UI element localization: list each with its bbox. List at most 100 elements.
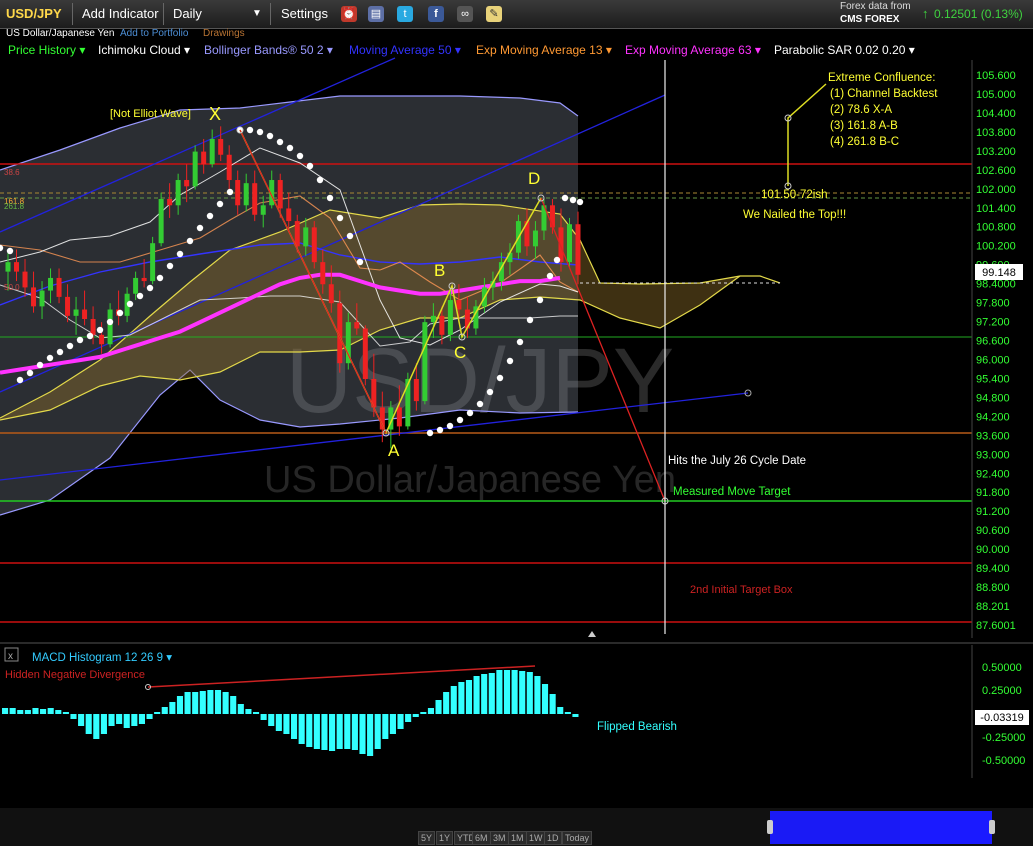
parabolic-sar-dot [576, 198, 584, 206]
candle-body [99, 334, 105, 345]
parabolic-sar-dot [569, 196, 577, 204]
macd-bar [351, 714, 358, 750]
price-tick-label: 93.000 [976, 449, 1010, 461]
price-tick-label: 97.200 [976, 317, 1010, 329]
parabolic-sar-dot [266, 132, 274, 140]
macd-bar [511, 670, 518, 714]
macd-bar [291, 714, 298, 739]
macd-bar [389, 714, 396, 734]
candle-body [82, 309, 88, 319]
parabolic-sar-dot [561, 194, 569, 202]
navigator-svg [767, 811, 995, 844]
parabolic-sar-dot [56, 348, 64, 356]
divergence-label: Hidden Negative Divergence [5, 669, 145, 681]
macd-bar [100, 714, 107, 734]
cycle-date-label: Hits the July 26 Cycle Date [668, 455, 806, 467]
zone-label: 101.50-72ish [761, 189, 828, 201]
candle-body [532, 230, 538, 247]
candle-body [133, 277, 139, 294]
candle-body [192, 151, 198, 187]
point-x-label: X [209, 104, 221, 124]
macd-tick-label: 0.25000 [982, 685, 1022, 697]
macd-bar [260, 714, 267, 720]
macd-bar [55, 710, 62, 714]
candle-body [362, 328, 368, 380]
parabolic-sar-dot [246, 126, 254, 134]
parabolic-sar-dot [26, 369, 34, 377]
macd-bar [541, 684, 549, 714]
price-tick-label: 104.400 [976, 108, 1016, 120]
point-a-label: A [388, 441, 400, 460]
candle-body [5, 262, 11, 272]
candle-body [439, 315, 445, 335]
macd-bar [534, 676, 541, 714]
candle-body [303, 227, 309, 247]
price-tick-label: 105.600 [976, 70, 1016, 82]
candle-body [141, 277, 147, 282]
price-tick-label: 89.400 [976, 563, 1010, 575]
macd-bar [450, 686, 457, 714]
macd-bar [359, 714, 366, 754]
parabolic-sar-dot [466, 409, 474, 417]
macd-bar [329, 714, 336, 751]
macd-bar [465, 680, 473, 714]
macd-bar [154, 712, 161, 714]
macd-bar [397, 714, 404, 729]
confluence-item: (2) 78.6 X-A [830, 104, 892, 116]
macd-bar [435, 700, 442, 714]
macd-bar [169, 702, 176, 714]
parabolic-sar-dot [86, 332, 94, 340]
parabolic-sar-dot [96, 326, 104, 334]
candle-body [175, 180, 181, 206]
candle-body [558, 227, 564, 263]
macd-bar [481, 674, 488, 714]
candle-body [65, 296, 71, 316]
price-tick-label: 88.800 [976, 582, 1010, 594]
macd-bar [85, 714, 92, 734]
candle-body [575, 224, 581, 275]
price-tick-label: 103.200 [976, 146, 1016, 158]
price-tick-label: 96.000 [976, 354, 1010, 366]
macd-bar [564, 712, 571, 714]
confluence-item: (4) 261.8 B-C [830, 136, 899, 148]
candle-body [294, 221, 300, 247]
macd-tick-label: 0.50000 [982, 662, 1022, 674]
nailed-label: We Nailed the Top!!! [743, 209, 846, 221]
macd-bar [275, 714, 282, 731]
confluence-item: (3) 161.8 A-B [830, 120, 898, 132]
macd-bar [321, 714, 328, 750]
macd-bar [24, 710, 31, 714]
macd-bar [146, 714, 153, 719]
fib-label: 261.8 [4, 202, 25, 211]
price-tick-label: 100.200 [976, 241, 1016, 253]
watermark-name: US Dollar/Japanese Yen [264, 459, 676, 501]
parabolic-sar-dot [486, 388, 494, 396]
macd-bar [9, 708, 16, 714]
price-tick-label: 91.200 [976, 506, 1010, 518]
macd-bar [496, 670, 503, 714]
macd-bar [40, 709, 47, 714]
macd-bar [268, 714, 275, 726]
parabolic-sar-dot [166, 262, 174, 270]
parabolic-sar-dot [196, 224, 204, 232]
parabolic-sar-dot [16, 376, 24, 384]
macd-bar [443, 692, 450, 714]
macd-bar [405, 714, 412, 722]
parabolic-sar-dot [306, 162, 314, 170]
macd-bar [572, 714, 579, 717]
candle-body [430, 315, 436, 323]
macd-bar [283, 714, 290, 734]
price-tick-label: 102.600 [976, 165, 1016, 177]
macd-current-value: -0.03319 [980, 712, 1023, 724]
macd-bar [313, 714, 320, 749]
measured-move-label: Measured Move Target [673, 486, 791, 498]
macd-bar [374, 714, 381, 749]
macd-bar [237, 704, 244, 714]
parabolic-sar-dot [276, 138, 284, 146]
parabolic-sar-dot [546, 272, 554, 280]
price-tick-label: 90.000 [976, 544, 1010, 556]
candle-body [90, 318, 96, 335]
close-icon: x [8, 651, 13, 662]
macd-bar [344, 714, 351, 749]
macd-bar [503, 670, 511, 714]
